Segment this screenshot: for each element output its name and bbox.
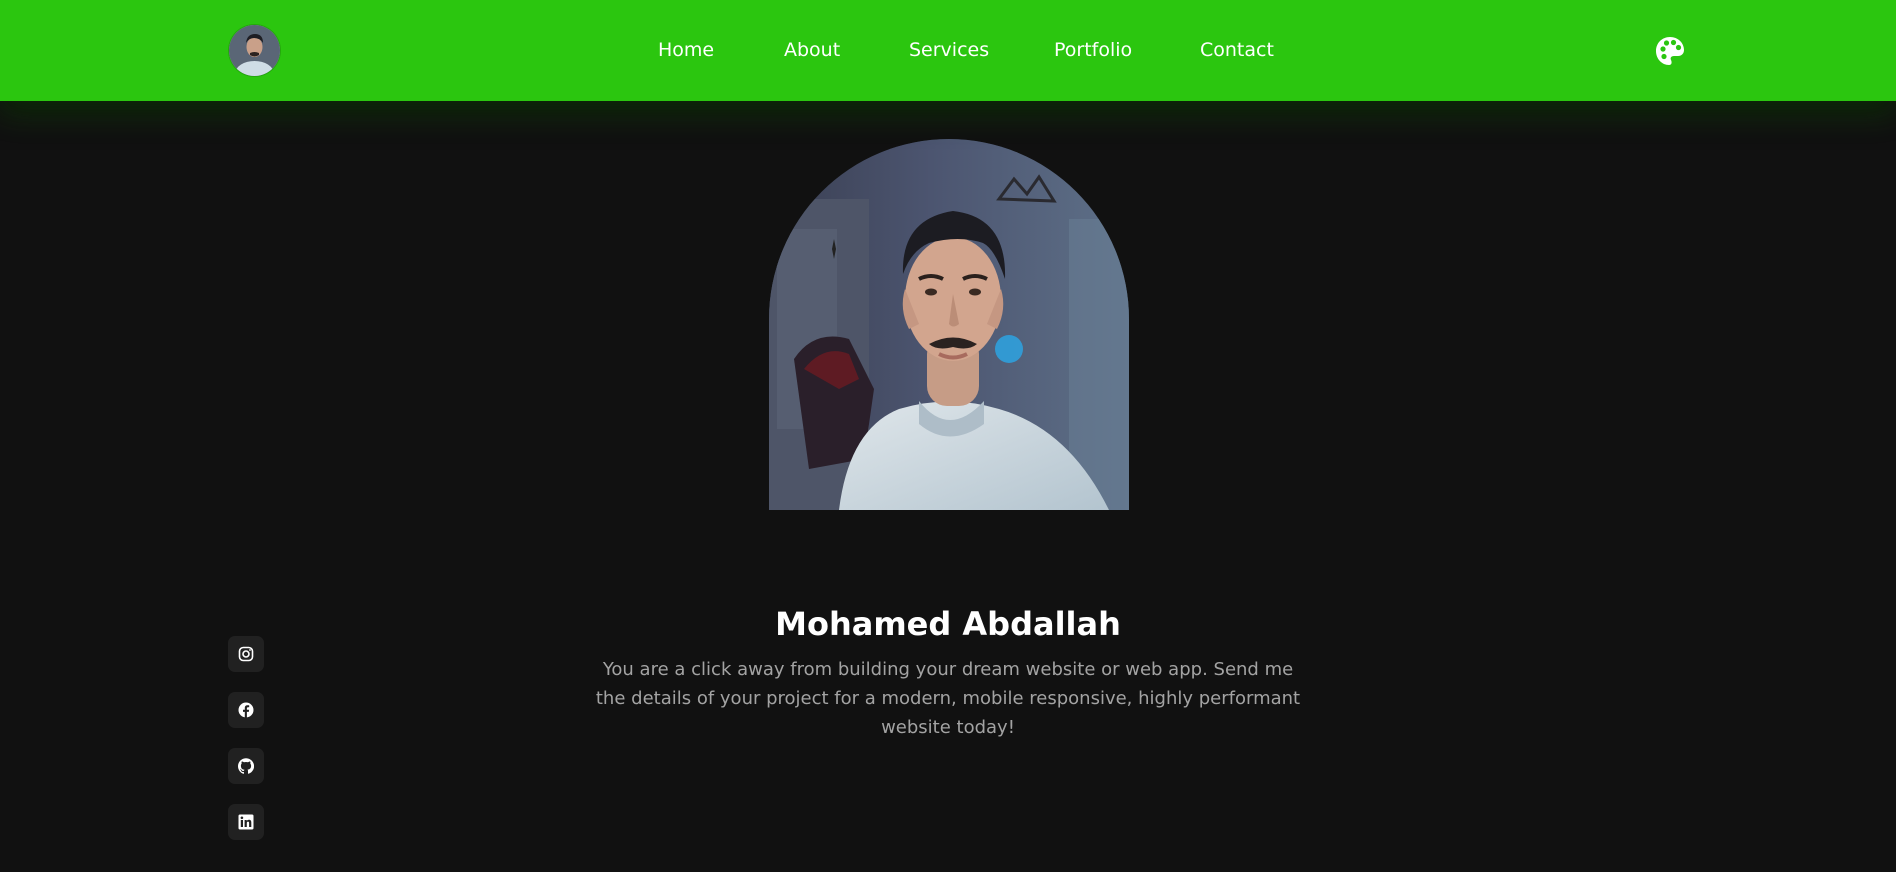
- nav-about-link[interactable]: About: [784, 38, 840, 62]
- instagram-icon: [238, 646, 254, 662]
- hero-description: You are a click away from building your …: [595, 659, 1301, 738]
- profile-photo-image: [769, 139, 1129, 510]
- github-icon: [238, 758, 254, 774]
- top-navbar: Home About Services Portfolio Contact: [0, 0, 1896, 101]
- linkedin-icon: [238, 814, 254, 830]
- nav-services-link[interactable]: Services: [909, 38, 989, 62]
- facebook-link[interactable]: [228, 692, 264, 728]
- nav-portfolio-link[interactable]: Portfolio: [1054, 38, 1132, 62]
- linkedin-link[interactable]: [228, 804, 264, 840]
- nav-home-link[interactable]: Home: [658, 38, 714, 62]
- instagram-link[interactable]: [228, 636, 264, 672]
- facebook-icon: [238, 702, 254, 718]
- nav-contact-link[interactable]: Contact: [1200, 38, 1274, 62]
- profile-photo: [769, 139, 1129, 510]
- nav-menu: Home About Services Portfolio Contact: [0, 0, 1896, 101]
- github-link[interactable]: [228, 748, 264, 784]
- palette-icon[interactable]: [1654, 35, 1686, 67]
- hero-name: Mohamed Abdallah: [775, 605, 1121, 643]
